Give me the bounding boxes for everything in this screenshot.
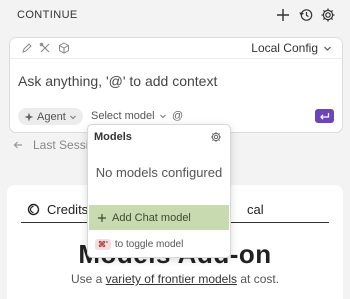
select-model-label: Select model [91, 110, 155, 122]
plus-icon [98, 213, 106, 222]
last-session-label: Last Sessio [33, 138, 96, 152]
toggle-model-hint: ⌘' to toggle model [95, 239, 183, 250]
agent-label: Agent [37, 110, 66, 123]
shortcut-badge: ⌘' [95, 239, 111, 250]
gear-icon[interactable] [210, 130, 222, 142]
input-toolbar: Local Config [10, 38, 342, 59]
sparkle-icon [24, 112, 34, 121]
config-selector[interactable]: Local Config [251, 41, 332, 55]
tab-credits[interactable]: Credits [27, 202, 88, 217]
tab-credits-label: Credits [47, 202, 89, 217]
plus-icon[interactable] [275, 7, 291, 23]
add-chat-model-button[interactable]: Add Chat model [89, 205, 229, 230]
header: CONTINUE [0, 0, 350, 32]
add-chat-model-label: Add Chat model [112, 211, 191, 224]
credits-icon [27, 203, 40, 216]
cube-icon[interactable] [58, 42, 70, 54]
continue-panel: CONTINUE Local Config Ask anything, '@' … [0, 0, 350, 299]
no-models-message: No models configured [95, 165, 223, 180]
subtext-prefix: Use a [70, 272, 106, 286]
models-dropdown: Models No models configured Add Chat mod… [87, 124, 231, 258]
chevron-down-icon [324, 46, 331, 51]
history-icon[interactable] [298, 7, 314, 23]
addon-subtext: Use a variety of frontier models at cost… [7, 272, 343, 286]
hint-label: to toggle model [114, 239, 184, 250]
enter-icon [320, 112, 330, 120]
agent-mode-button[interactable]: Agent [18, 108, 83, 125]
models-title: Models [94, 131, 132, 143]
chevron-down-icon [159, 114, 166, 119]
add-context-button[interactable]: @ [172, 110, 183, 122]
tools-icon[interactable] [39, 42, 51, 54]
arrow-left-icon [13, 141, 22, 149]
pencil-icon[interactable] [21, 42, 33, 54]
frontier-models-link[interactable]: variety of frontier models [106, 272, 237, 286]
subtext-suffix: at cost. [237, 272, 280, 286]
chevron-down-icon [69, 115, 76, 119]
chat-input[interactable]: Ask anything, '@' to add context [18, 73, 217, 89]
send-button[interactable] [315, 109, 334, 123]
last-session-link[interactable]: Last Sessio [13, 138, 95, 152]
tab-local[interactable]: cal [247, 202, 264, 217]
config-label: Local Config [251, 41, 318, 55]
chat-input-card: Local Config Ask anything, '@' to add co… [9, 37, 343, 133]
panel-title: CONTINUE [17, 9, 78, 21]
gear-icon[interactable] [320, 7, 336, 23]
select-model-button[interactable]: Select model [91, 110, 167, 122]
